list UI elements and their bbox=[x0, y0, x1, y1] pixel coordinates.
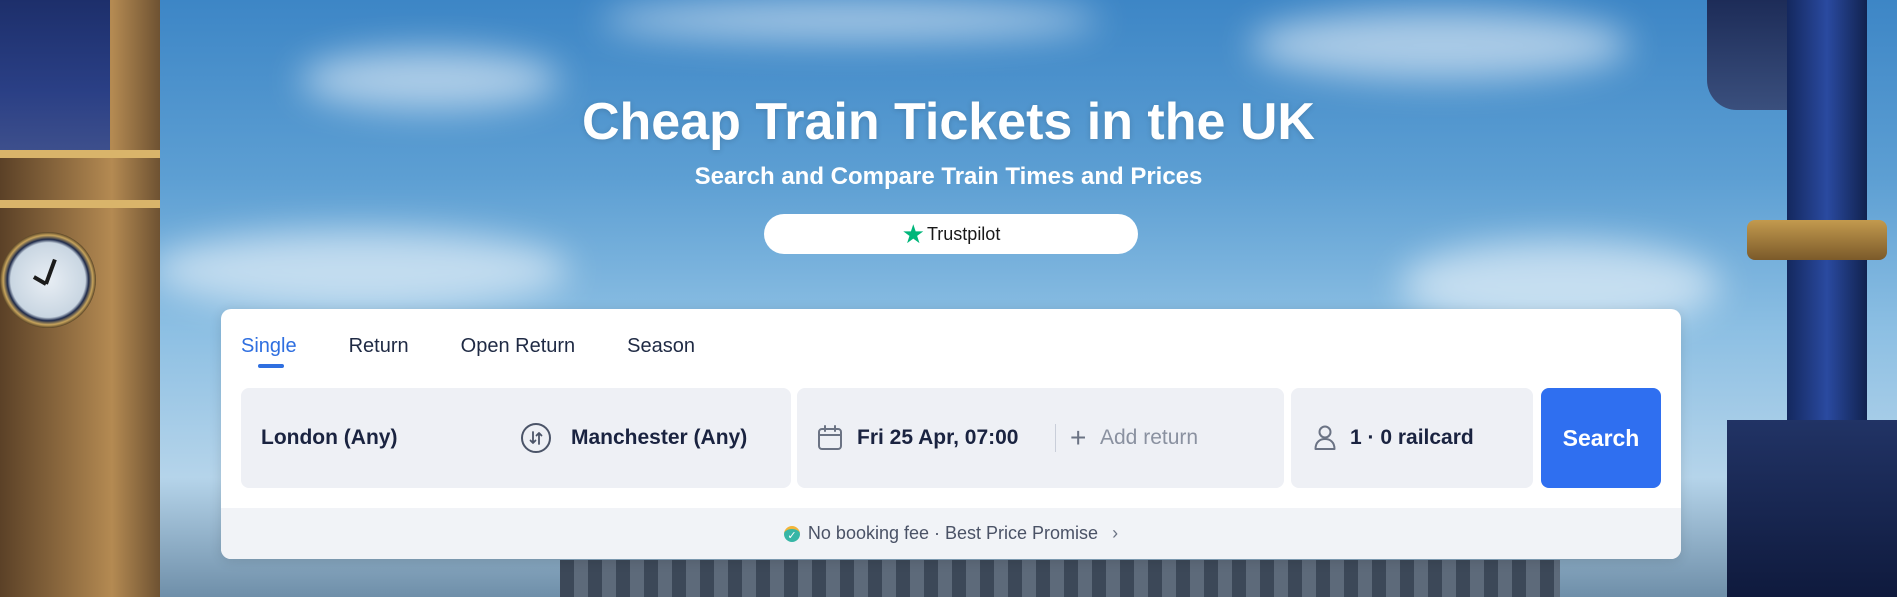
promo-bar[interactable]: ✓ No booking fee · Best Price Promise › bbox=[221, 508, 1681, 559]
passengers-railcard-value: 1 · 0 railcard bbox=[1350, 426, 1474, 449]
cloud bbox=[1250, 10, 1630, 80]
origin-station-input[interactable]: London (Any) bbox=[261, 426, 397, 450]
street-lamp bbox=[1707, 0, 1897, 597]
page-title: Cheap Train Tickets in the UK bbox=[581, 93, 1315, 151]
parliament-roof bbox=[560, 560, 1560, 597]
trustpilot-label: Trustpilot bbox=[926, 223, 1001, 244]
add-return-button[interactable]: Add return bbox=[1100, 426, 1198, 450]
big-ben-tower bbox=[0, 0, 160, 597]
cloud bbox=[150, 230, 570, 310]
route-field: London (Any) Manchester (Any) bbox=[241, 388, 791, 488]
tab-open-return[interactable]: Open Return bbox=[461, 335, 576, 368]
page-subtitle: Search and Compare Train Times and Price… bbox=[694, 163, 1203, 190]
journey-type-tabs: Single Return Open Return Season bbox=[241, 335, 747, 368]
search-card: Single Return Open Return Season London … bbox=[221, 309, 1681, 559]
trustpilot-star-icon: ★ bbox=[901, 219, 925, 249]
search-button[interactable]: Search bbox=[1541, 388, 1661, 488]
lamp-base bbox=[1727, 420, 1897, 597]
tab-season[interactable]: Season bbox=[627, 335, 695, 368]
trustpilot-widget[interactable]: ★ Trustpilot bbox=[764, 214, 1138, 254]
cloud bbox=[600, 0, 1100, 40]
plus-icon: + bbox=[1070, 422, 1087, 453]
promo-text: No booking fee · Best Price Promise bbox=[807, 523, 1099, 543]
passengers-field[interactable]: 1 · 0 railcard bbox=[1291, 388, 1533, 488]
tower-band bbox=[0, 200, 160, 208]
field-divider bbox=[1055, 424, 1056, 452]
chevron-right-icon: › bbox=[1112, 523, 1119, 543]
tab-single[interactable]: Single bbox=[241, 335, 297, 368]
destination-station-input[interactable]: Manchester (Any) bbox=[571, 426, 747, 450]
outbound-date-input[interactable]: Fri 25 Apr, 07:00 bbox=[857, 426, 1018, 450]
badge-icon: ✓ bbox=[783, 525, 800, 542]
tab-return[interactable]: Return bbox=[349, 335, 409, 368]
date-field: Fri 25 Apr, 07:00 + Add return bbox=[797, 388, 1284, 488]
swap-icon[interactable] bbox=[521, 423, 551, 453]
calendar-icon bbox=[817, 425, 843, 456]
lamp-ornament bbox=[1747, 220, 1887, 260]
person-icon bbox=[1313, 424, 1337, 455]
